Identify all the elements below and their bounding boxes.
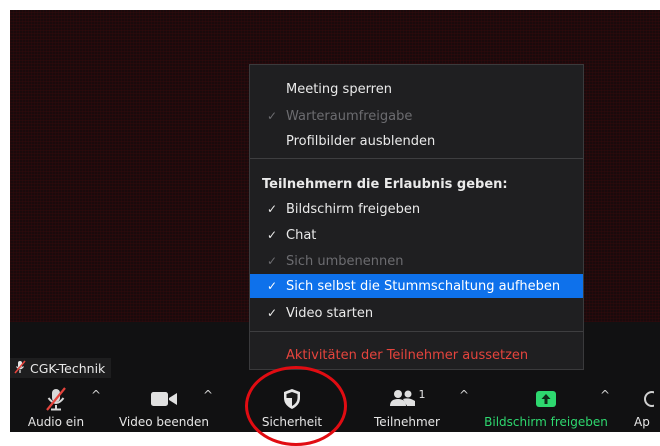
menu-section-header: Teilnehmern die Erlaubnis geben:	[262, 176, 508, 192]
check-icon: ✓	[266, 254, 278, 268]
menu-item-suspend-activities[interactable]: Aktivitäten der Teilnehmer aussetzen	[250, 343, 583, 367]
security-menu: Meeting sperren ✓ Warteraumfreigabe Prof…	[249, 64, 584, 370]
menu-divider	[250, 158, 583, 159]
check-icon: ✓	[266, 109, 278, 123]
check-icon: ✓	[266, 228, 278, 242]
participants-options-caret[interactable]: ^	[459, 388, 469, 402]
participants-button-label: Teilnehmer	[374, 415, 440, 429]
menu-item-start-video[interactable]: ✓ Video starten	[250, 301, 583, 325]
share-screen-button[interactable]: Bildschirm freigeben	[480, 378, 612, 432]
apps-button[interactable]: Ap	[634, 378, 660, 432]
participants-icon	[389, 389, 417, 410]
audio-button[interactable]: Audio ein	[22, 378, 90, 432]
menu-divider	[250, 331, 583, 332]
video-camera-icon	[150, 386, 178, 412]
participant-name-tag: CGK-Technik	[10, 358, 112, 378]
share-screen-button-label: Bildschirm freigeben	[484, 415, 608, 429]
menu-item-unmute-self[interactable]: ✓ Sich selbst die Stummschaltung aufhebe…	[250, 274, 583, 298]
apps-icon	[634, 386, 654, 412]
muted-mic-icon	[45, 386, 67, 412]
apps-button-label: Ap	[634, 415, 650, 429]
share-options-caret[interactable]: ^	[600, 388, 610, 402]
video-button[interactable]: Video beenden	[114, 378, 214, 432]
share-screen-icon	[535, 386, 557, 412]
check-icon: ✓	[266, 279, 278, 293]
menu-item-chat[interactable]: ✓ Chat	[250, 223, 583, 247]
menu-item-waiting-room[interactable]: ✓ Warteraumfreigabe	[250, 104, 583, 128]
menu-item-rename[interactable]: ✓ Sich umbenennen	[250, 249, 583, 273]
check-icon: ✓	[266, 202, 278, 216]
annotation-circle	[245, 366, 347, 446]
video-button-label: Video beenden	[118, 415, 210, 429]
participant-name: CGK-Technik	[30, 360, 106, 376]
participant-count: 1	[418, 388, 426, 401]
menu-item-share-screen[interactable]: ✓ Bildschirm freigeben	[250, 197, 583, 221]
audio-options-caret[interactable]: ^	[91, 388, 101, 402]
video-options-caret[interactable]: ^	[203, 388, 213, 402]
check-icon: ✓	[266, 306, 278, 320]
muted-mic-icon	[14, 359, 26, 377]
audio-button-label: Audio ein	[27, 415, 85, 429]
participants-button[interactable]: 1 Teilnehmer	[365, 378, 449, 432]
menu-item-lock-meeting[interactable]: Meeting sperren	[250, 77, 583, 101]
menu-item-hide-profile-pictures[interactable]: Profilbilder ausblenden	[250, 129, 583, 153]
